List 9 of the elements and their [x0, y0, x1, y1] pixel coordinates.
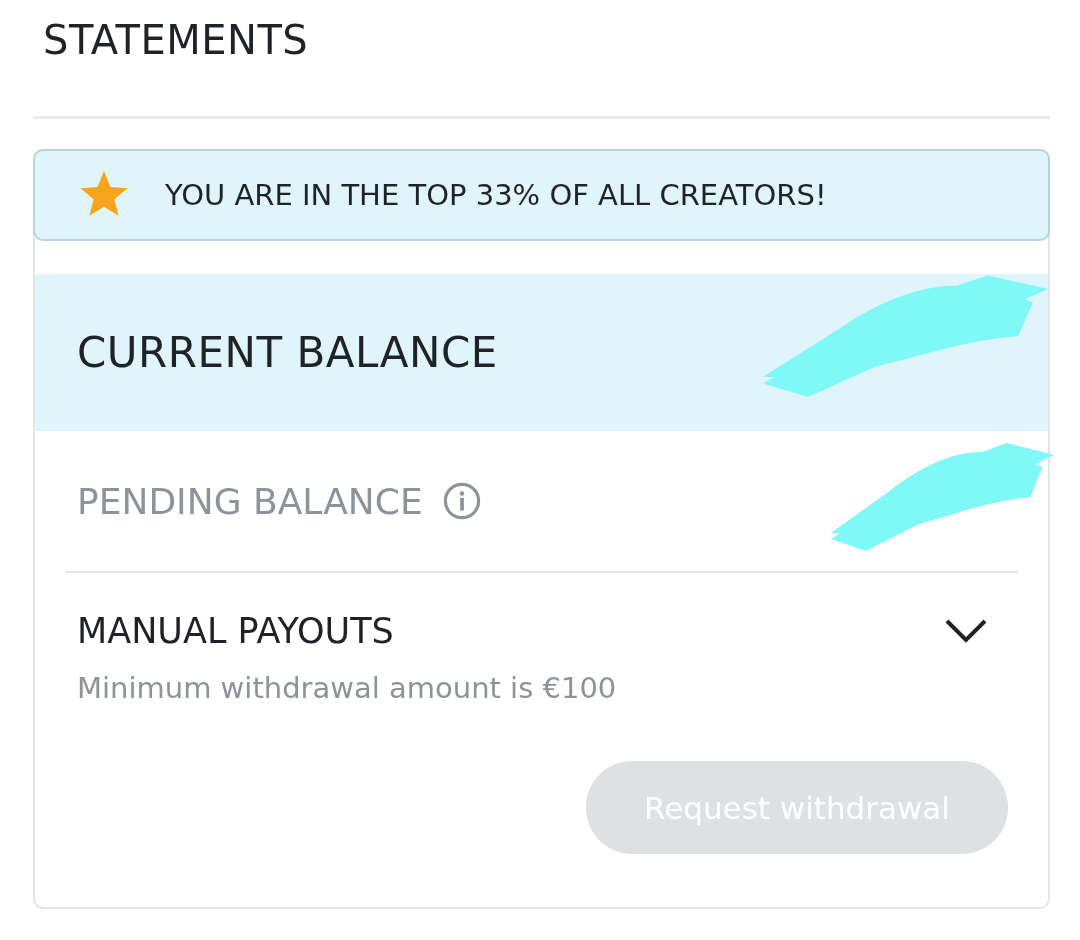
chevron-down-icon[interactable]: [944, 617, 988, 645]
star-icon: [79, 171, 129, 219]
pending-balance-label: PENDING BALANCE: [77, 480, 423, 522]
minimum-withdrawal-note: Minimum withdrawal amount is €100: [76, 670, 618, 705]
current-balance-label: CURRENT BALANCE: [77, 328, 498, 377]
manual-payouts-title: MANUAL PAYOUTS: [77, 611, 394, 651]
info-icon[interactable]: [442, 482, 481, 520]
banner-text: YOU ARE IN THE TOP 33% OF ALL CREATORS!: [165, 178, 827, 212]
page-title: STATEMENTS: [43, 17, 309, 63]
